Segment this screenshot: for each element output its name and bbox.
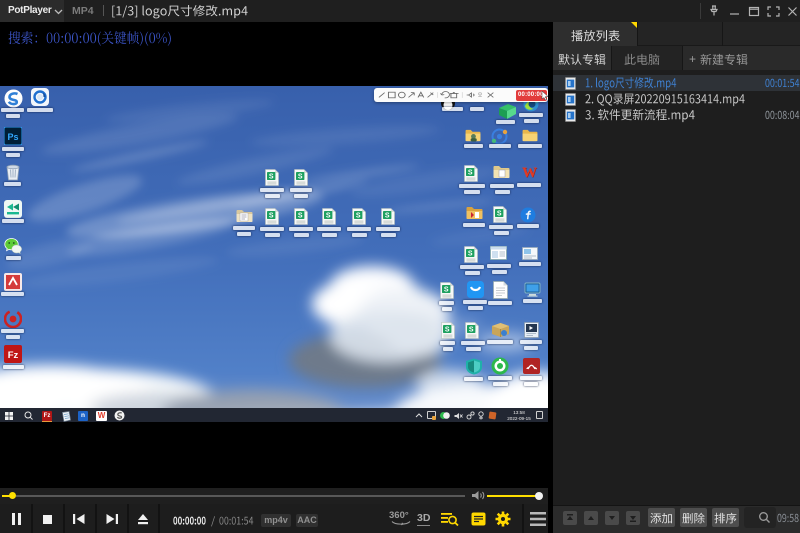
svg-text:S: S bbox=[298, 212, 303, 219]
svg-text:S: S bbox=[444, 286, 449, 293]
svg-text:S: S bbox=[326, 212, 331, 219]
svg-text:S: S bbox=[269, 212, 274, 219]
svg-text:Ps: Ps bbox=[7, 132, 18, 142]
svg-text:S: S bbox=[385, 212, 390, 219]
svg-text:S: S bbox=[445, 326, 450, 333]
svg-text:S: S bbox=[497, 210, 502, 217]
svg-text:S: S bbox=[469, 326, 474, 333]
svg-text:S: S bbox=[356, 212, 361, 219]
svg-text:S: S bbox=[269, 173, 274, 180]
svg-text:S: S bbox=[468, 250, 473, 257]
svg-text:S: S bbox=[468, 169, 473, 176]
svg-text:Fz: Fz bbox=[8, 350, 19, 361]
svg-text:S: S bbox=[298, 173, 303, 180]
